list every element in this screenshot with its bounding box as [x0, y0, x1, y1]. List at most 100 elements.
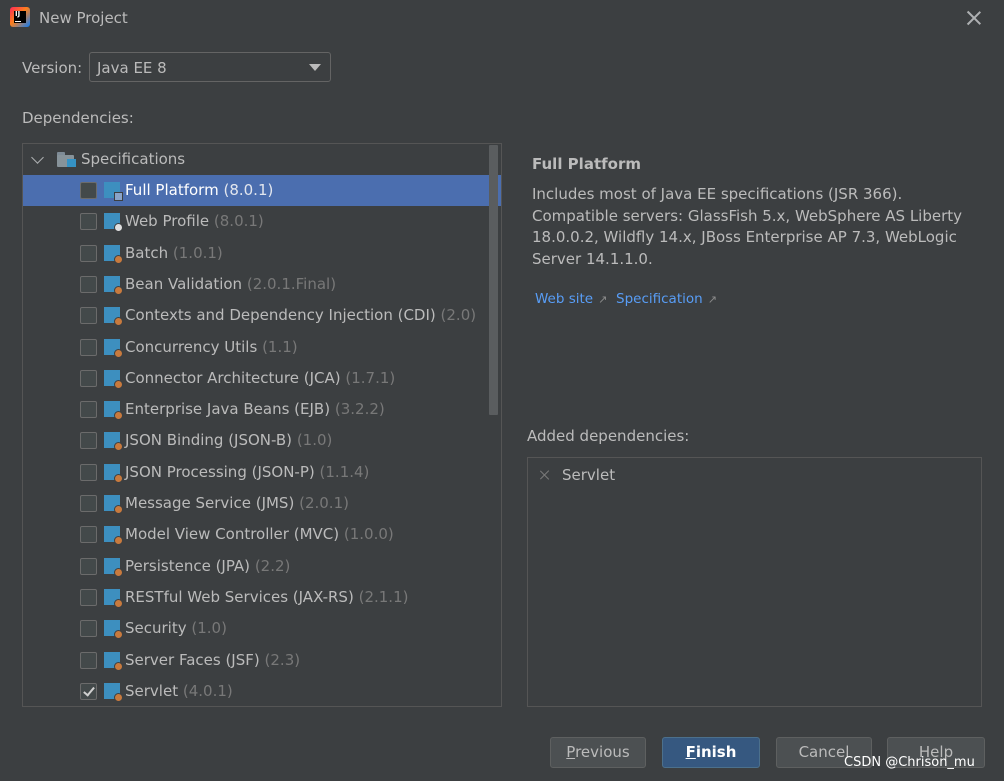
version-text: (2.2) [254, 556, 291, 575]
finish-button[interactable]: Finish [662, 737, 760, 768]
tree-item[interactable]: JSON Processing (JSON-P) (1.1.4) [23, 457, 501, 488]
checkbox[interactable] [80, 682, 97, 700]
watermark: CSDN @Chrison_mu [844, 755, 975, 770]
checkbox[interactable] [80, 182, 97, 199]
tree-item[interactable]: Connector Architecture (JCA) (1.7.1) [23, 363, 501, 394]
library-icon [104, 275, 123, 295]
version-text: (8.0.1) [213, 212, 264, 231]
tree-item-label: Model View Controller (MVC) (1.0.0) [125, 525, 394, 544]
tree-item-label: Contexts and Dependency Injection (CDI) … [125, 306, 477, 325]
intellij-idea-icon: IJ [10, 7, 30, 27]
checkbox[interactable] [80, 463, 97, 481]
version-text: (1.7.1) [345, 368, 396, 387]
tree-item[interactable]: Server Faces (JSF) (2.3) [23, 645, 501, 676]
details-description: Includes most of Java EE specifications … [532, 185, 963, 268]
library-icon [104, 463, 123, 483]
library-icon [104, 495, 123, 514]
tree-item[interactable]: Concurrency Utils (1.1) [23, 332, 501, 363]
version-text: (4.0.1) [182, 681, 233, 700]
library-icon [104, 432, 123, 452]
website-link[interactable]: Web site ↗ [535, 291, 607, 307]
checkbox[interactable] [80, 620, 97, 638]
tree-item-label: JSON Processing (JSON-P) (1.1.4) [125, 462, 370, 481]
dependencies-label: Dependencies: [22, 109, 134, 127]
version-text: (1.1) [262, 337, 298, 356]
version-text: (2.0.1.Final) [246, 274, 337, 293]
tree-item[interactable]: Persistence (JPA) (2.2) [23, 551, 501, 582]
checkbox[interactable] [80, 338, 97, 356]
version-text: (2.0.1) [299, 494, 349, 512]
library-icon [104, 588, 123, 608]
close-icon[interactable] [964, 8, 984, 28]
checkbox[interactable] [80, 307, 97, 325]
library-icon [104, 244, 123, 264]
tree-item[interactable]: Web Profile (8.0.1) [23, 206, 501, 237]
library-icon [104, 557, 123, 577]
title-bar: IJ New Project [0, 0, 1004, 36]
version-text: (2.0) [440, 306, 477, 325]
chevron-down-icon[interactable] [31, 151, 44, 164]
previous-button[interactable]: Previous [550, 737, 646, 768]
tree-item[interactable]: Servlet (4.0.1) [23, 676, 501, 706]
added-dependencies-list: Servlet [527, 457, 982, 707]
checkbox[interactable] [80, 244, 97, 262]
version-dropdown[interactable]: Java EE 8 [89, 52, 331, 82]
version-text: (1.0) [191, 619, 227, 638]
checkbox[interactable] [80, 275, 97, 293]
tree-group-specifications[interactable]: Specifications [23, 144, 501, 175]
tree-item[interactable]: Batch (1.0.1) [23, 238, 501, 269]
tree-item-label: Enterprise Java Beans (EJB) (3.2.2) [125, 400, 385, 419]
details-title: Full Platform [532, 155, 641, 173]
library-icon [104, 338, 123, 358]
window-title: New Project [39, 9, 128, 27]
tree-item[interactable]: Contexts and Dependency Injection (CDI) … [23, 300, 501, 331]
library-icon [104, 620, 123, 640]
added-dependencies-label: Added dependencies: [527, 427, 690, 445]
tree-item[interactable]: Full Platform (8.0.1) [23, 175, 501, 206]
version-text: (8.0.1) [223, 181, 274, 199]
library-icon [104, 651, 123, 671]
checkbox[interactable] [80, 401, 97, 419]
specification-link[interactable]: Specification ↗ [616, 291, 717, 307]
tree-item-label: Batch (1.0.1) [125, 243, 223, 262]
remove-icon[interactable] [540, 470, 550, 480]
tree-item-label: Security (1.0) [125, 619, 227, 638]
tree-item[interactable]: JSON Binding (JSON-B) (1.0) [23, 425, 501, 456]
external-link-icon: ↗ [707, 293, 717, 306]
checkbox[interactable] [80, 213, 97, 231]
tree-item[interactable]: Enterprise Java Beans (EJB) (3.2.2) [23, 394, 501, 425]
version-text: (1.0.1) [172, 243, 223, 262]
version-text: (2.1.1) [358, 587, 409, 606]
checkbox[interactable] [80, 557, 97, 575]
tree-item-label: Servlet (4.0.1) [125, 681, 233, 700]
tree-item-label: Message Service (JMS) (2.0.1) [125, 494, 349, 512]
folder-icon [57, 152, 77, 167]
tree-scrollbar[interactable] [489, 145, 498, 415]
version-text: (1.0.0) [343, 525, 394, 544]
tree-item-label: Web Profile (8.0.1) [125, 212, 264, 231]
tree-item-label: RESTful Web Services (JAX-RS) (2.1.1) [125, 587, 409, 606]
library-icon [104, 526, 123, 546]
checkbox[interactable] [80, 495, 97, 512]
tree-item-label: Full Platform (8.0.1) [125, 181, 274, 199]
checkbox[interactable] [80, 588, 97, 606]
version-value: Java EE 8 [97, 59, 167, 77]
library-icon [104, 401, 123, 421]
tree-group-label: Specifications [81, 150, 186, 168]
library-icon [104, 182, 123, 201]
tree-item-label: Persistence (JPA) (2.2) [125, 556, 291, 575]
tree-item-label: JSON Binding (JSON-B) (1.0) [125, 431, 333, 450]
tree-item[interactable]: Bean Validation (2.0.1.Final) [23, 269, 501, 300]
tree-item-label: Server Faces (JSF) (2.3) [125, 650, 301, 669]
checkbox[interactable] [80, 432, 97, 450]
checkbox[interactable] [80, 369, 97, 387]
tree-item[interactable]: RESTful Web Services (JAX-RS) (2.1.1) [23, 582, 501, 613]
tree-item[interactable]: Security (1.0) [23, 613, 501, 644]
library-icon [104, 369, 123, 389]
tree-item[interactable]: Message Service (JMS) (2.0.1) [23, 488, 501, 519]
tree-item[interactable]: Model View Controller (MVC) (1.0.0) [23, 519, 501, 550]
checkbox[interactable] [80, 526, 97, 544]
dependencies-tree[interactable]: Specifications Full Platform (8.0.1) Web … [22, 143, 502, 707]
tree-item-label: Bean Validation (2.0.1.Final) [125, 274, 337, 293]
checkbox[interactable] [80, 651, 97, 669]
